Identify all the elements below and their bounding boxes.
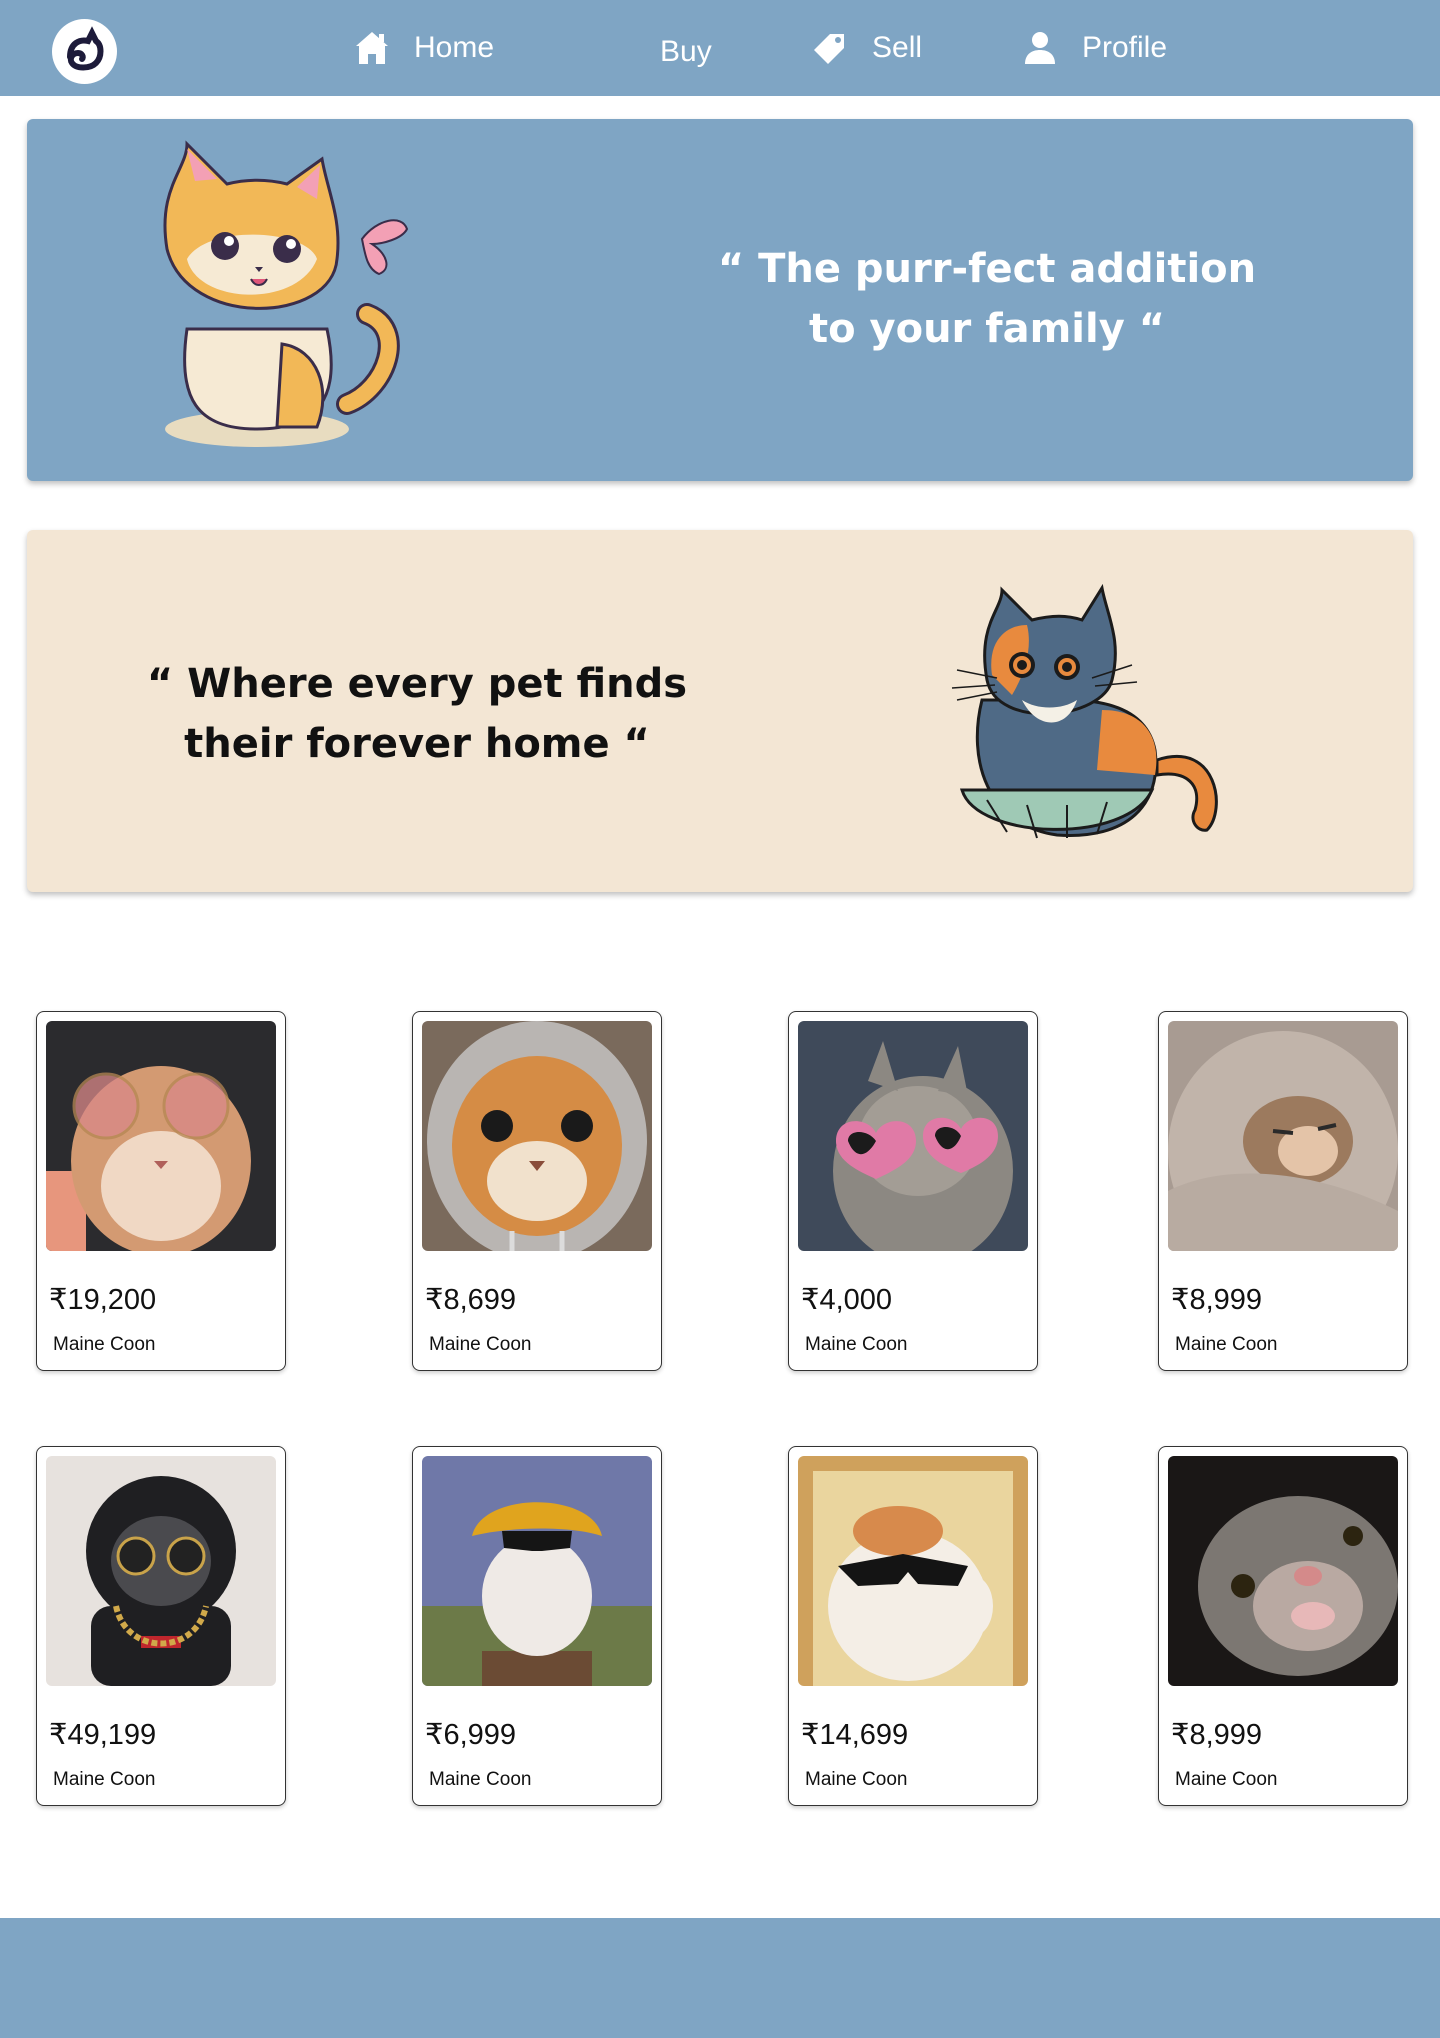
listing-card[interactable]: ₹8,699 Maine Coon xyxy=(412,1011,662,1371)
tag-icon xyxy=(810,28,850,68)
listing-price: ₹19,200 xyxy=(49,1284,157,1316)
cat-photo[interactable] xyxy=(422,1456,652,1686)
nav-buy-label: Buy xyxy=(660,35,712,68)
cute-cat-illustration xyxy=(163,140,409,447)
bowl-cat-illustration xyxy=(951,583,1218,839)
hero-banner-blue: “ The purr-fect addition to your family … xyxy=(27,119,1413,481)
user-icon xyxy=(1020,28,1060,68)
nav-home-label: Home xyxy=(414,31,495,64)
cat-photo[interactable] xyxy=(798,1456,1028,1686)
listing-breed: Maine Coon xyxy=(429,1769,532,1790)
cat-photo[interactable] xyxy=(1168,1456,1398,1686)
listing-breed: Maine Coon xyxy=(53,1769,156,1790)
listing-price: ₹14,699 xyxy=(801,1719,909,1751)
cat-photo[interactable] xyxy=(1168,1021,1398,1251)
listing-breed: Maine Coon xyxy=(805,1334,908,1355)
listing-card[interactable]: ₹14,699 Maine Coon xyxy=(788,1446,1038,1806)
listing-breed: Maine Coon xyxy=(1175,1769,1278,1790)
listing-breed: Maine Coon xyxy=(53,1334,156,1355)
listing-breed: Maine Coon xyxy=(805,1769,908,1790)
cat-photo[interactable] xyxy=(798,1021,1028,1251)
nav-buy-link[interactable]: Buy xyxy=(660,28,712,76)
cat-photo[interactable] xyxy=(46,1021,276,1251)
listing-price: ₹8,999 xyxy=(1171,1719,1263,1751)
listing-breed: Maine Coon xyxy=(1175,1334,1278,1355)
cat-logo-icon[interactable] xyxy=(52,19,117,84)
listing-price: ₹49,199 xyxy=(49,1719,157,1751)
nav-sell-label: Sell xyxy=(872,31,923,64)
nav-sell-link[interactable]: Sell xyxy=(810,24,922,72)
hero-quote-line2: to your family “ xyxy=(809,306,1165,352)
listing-card[interactable]: ₹49,199 Maine Coon xyxy=(36,1446,286,1806)
nav-home-link[interactable]: Home xyxy=(352,24,494,72)
nav-profile-label: Profile xyxy=(1082,31,1168,64)
hero-quote-blue: “ The purr-fect addition to your family … xyxy=(667,239,1307,359)
listing-card[interactable]: ₹19,200 Maine Coon xyxy=(36,1011,286,1371)
listing-card[interactable]: ₹8,999 Maine Coon xyxy=(1158,1011,1408,1371)
listing-price: ₹4,000 xyxy=(801,1284,893,1316)
listing-breed: Maine Coon xyxy=(429,1334,532,1355)
cat-photo[interactable] xyxy=(422,1021,652,1251)
top-navbar: Home Buy Sell Profile xyxy=(0,0,1440,96)
cream-quote-line2: their forever home “ xyxy=(184,721,650,767)
footer xyxy=(0,1918,1440,2038)
hero-banner-cream: “ Where every pet finds their forever ho… xyxy=(27,530,1413,892)
cat-photo[interactable] xyxy=(46,1456,276,1686)
listing-card[interactable]: ₹4,000 Maine Coon xyxy=(788,1011,1038,1371)
cream-quote-line1: “ Where every pet finds xyxy=(146,661,688,707)
listing-price: ₹8,999 xyxy=(1171,1284,1263,1316)
listing-card[interactable]: ₹8,999 Maine Coon xyxy=(1158,1446,1408,1806)
listing-card[interactable]: ₹6,999 Maine Coon xyxy=(412,1446,662,1806)
hero-quote-line1: “ The purr-fect addition xyxy=(717,246,1257,292)
nav-profile-link[interactable]: Profile xyxy=(1020,24,1167,72)
listing-price: ₹8,699 xyxy=(425,1284,517,1316)
home-icon xyxy=(352,28,392,68)
listing-price: ₹6,999 xyxy=(425,1719,517,1751)
hero-quote-cream: “ Where every pet finds their forever ho… xyxy=(127,654,707,774)
